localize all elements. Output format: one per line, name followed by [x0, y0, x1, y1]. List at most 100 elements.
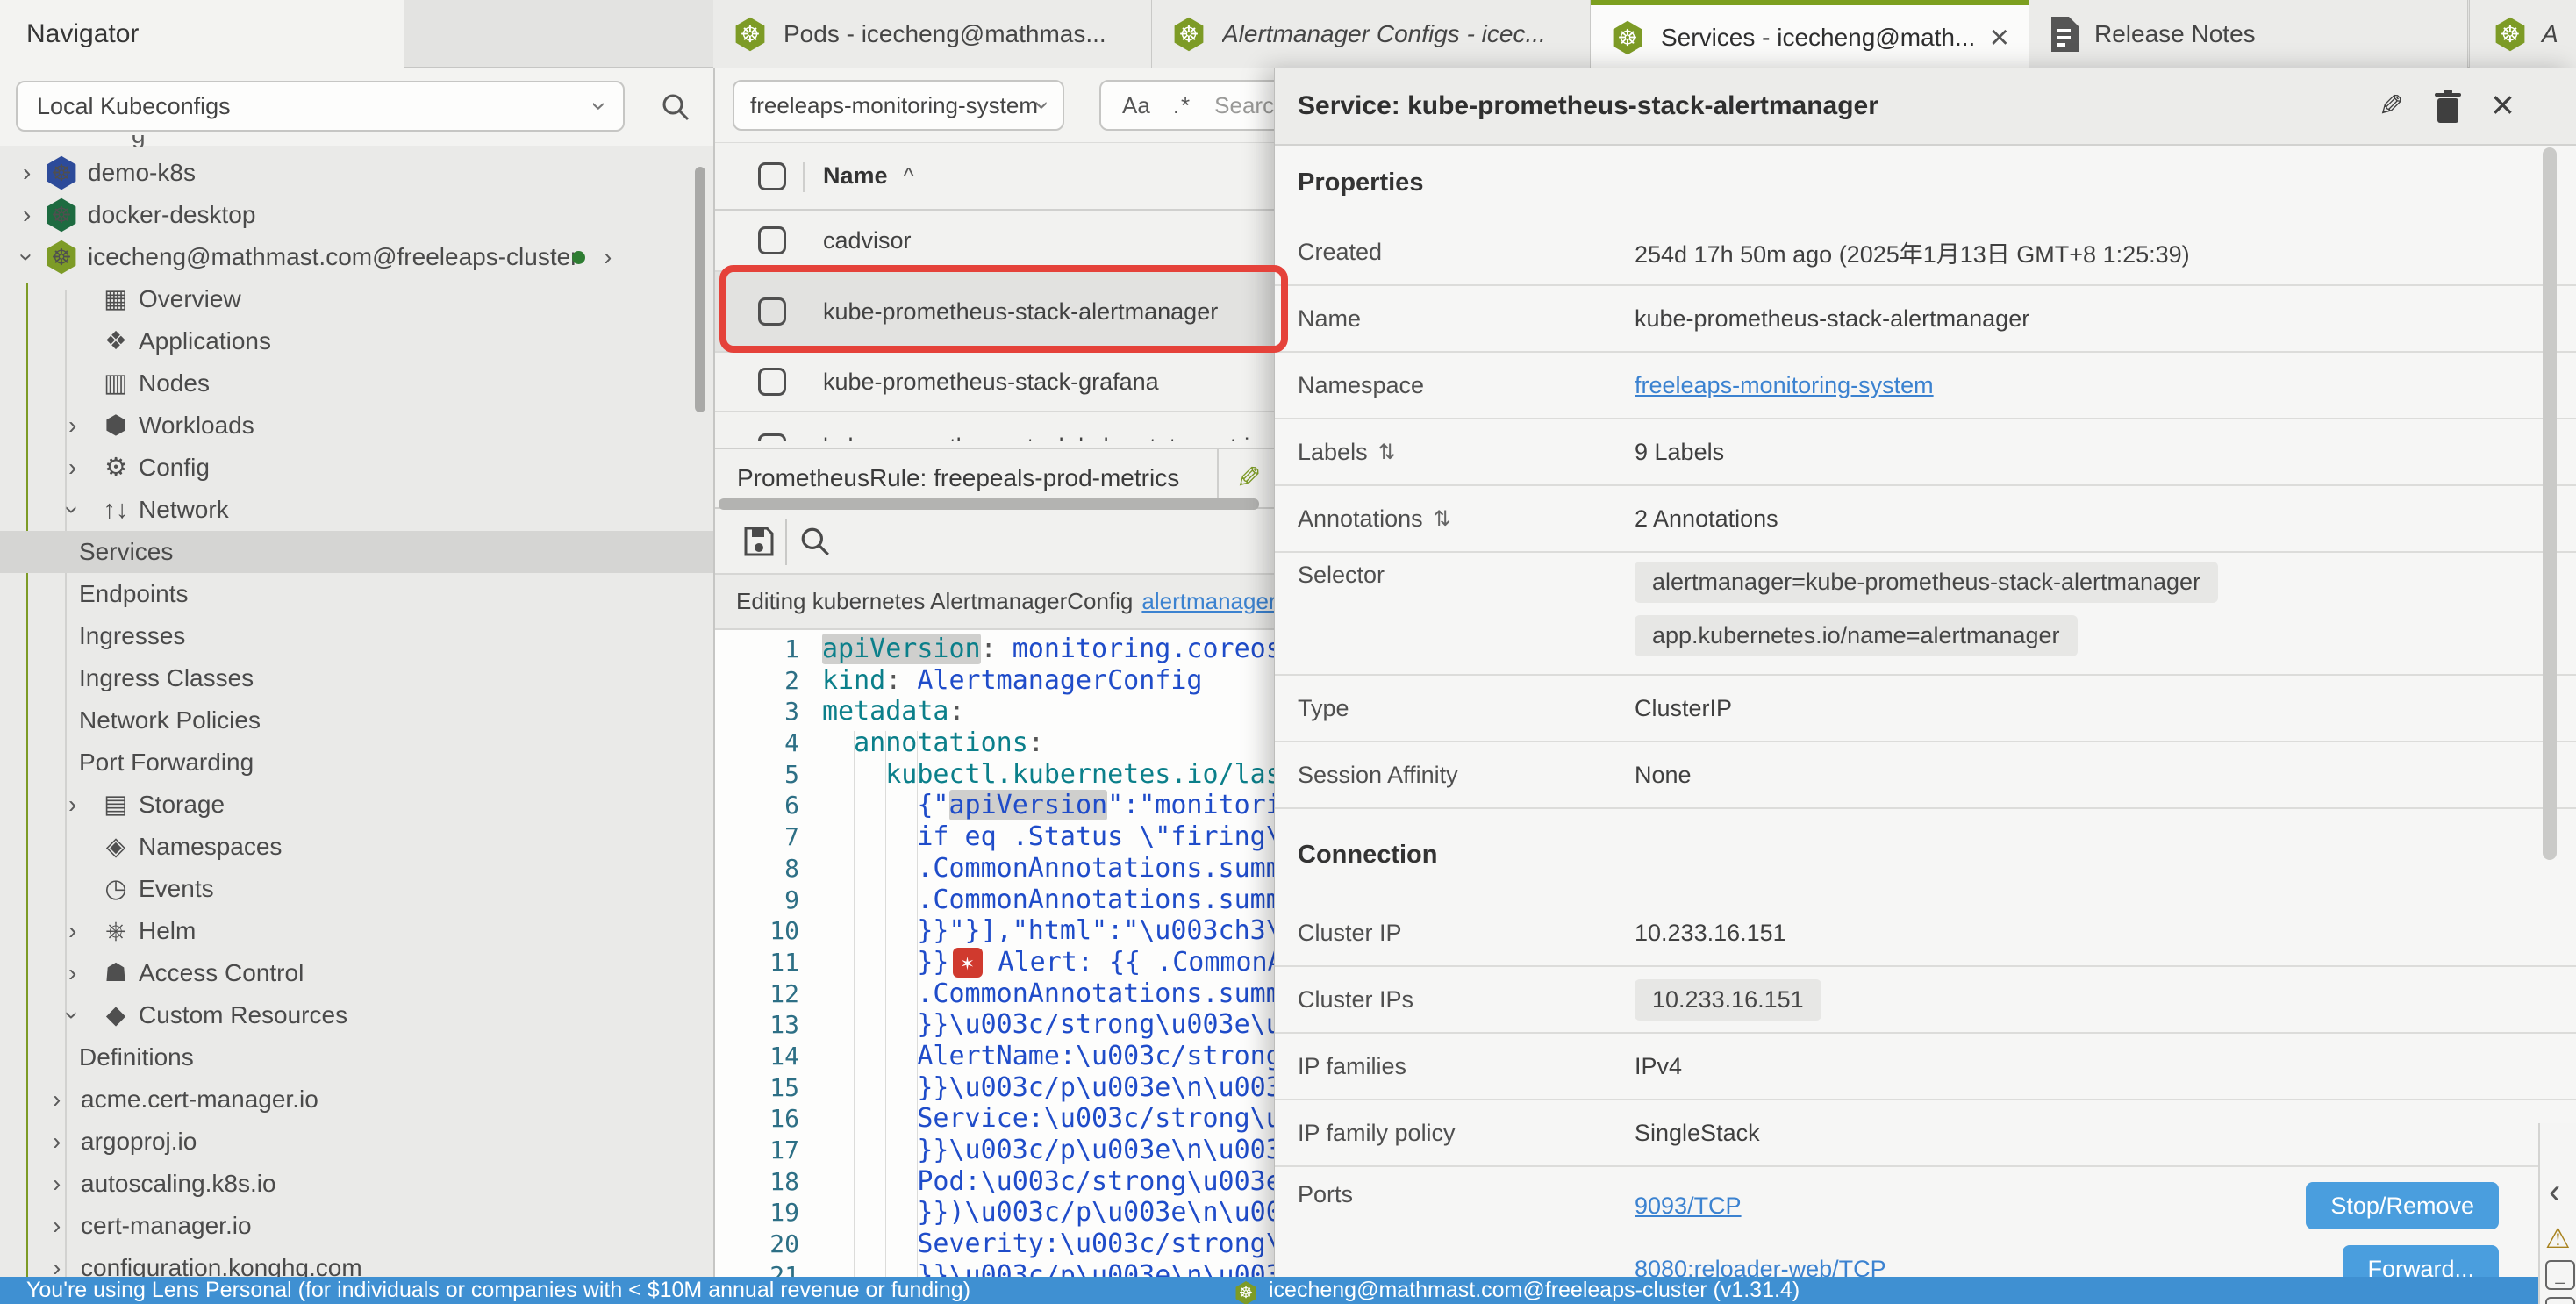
chevron-down-icon: ›	[61, 1011, 85, 1019]
sidebar-item-icecheng-mathmast-com-freeleaps-cluster[interactable]: ›☸icecheng@mathmast.com@freeleaps-cluste…	[0, 236, 713, 278]
regex-toggle[interactable]: .*	[1173, 92, 1191, 119]
sidebar-item-overview[interactable]: ▦Overview	[0, 278, 713, 320]
namespace-select[interactable]: freeleaps-monitoring-system ›	[733, 80, 1064, 131]
table-row[interactable]: kube-prometheus-stack-kube-state-metrics	[715, 412, 1274, 441]
sidebar-item-helm[interactable]: ›⎈Helm	[0, 910, 713, 952]
sidebar-item-ingress-classes[interactable]: Ingress Classes	[0, 657, 713, 699]
sidebar-item-events[interactable]: ◷Events	[0, 868, 713, 910]
line-text: .CommonAnnotations.summary }}	[822, 978, 1274, 1010]
sidebar-item-endpoints[interactable]: Endpoints	[0, 573, 713, 615]
line-number: 13	[715, 1009, 799, 1041]
sidebar-item-docker-desktop[interactable]: ›☸docker-desktop	[0, 194, 713, 236]
sidebar-item-access-control[interactable]: ›☗Access Control	[0, 952, 713, 994]
network-arrows-icon: ↑↓	[98, 498, 133, 523]
service-detail-panel: Service: kube-prometheus-stack-alertmana…	[1274, 68, 2576, 1304]
table-row[interactable]: kube-prometheus-stack-grafana	[715, 353, 1274, 412]
sidebar-search-button[interactable]	[656, 88, 695, 126]
yaml-text: }}	[917, 947, 948, 978]
warning-icon[interactable]: ⚠	[2545, 1222, 2571, 1255]
stop-remove-button[interactable]: Stop/Remove	[2306, 1182, 2499, 1229]
overview-grid-icon: ▦	[98, 287, 133, 312]
row-checkbox[interactable]	[758, 297, 786, 326]
row-checkbox[interactable]	[758, 226, 786, 254]
sidebar-item-custom-resources[interactable]: ›◆Custom Resources	[0, 994, 713, 1036]
line-number: 2	[715, 665, 799, 697]
yaml-text	[822, 1166, 917, 1197]
sidebar-item-cert-manager-io[interactable]: ›cert-manager.io	[0, 1205, 713, 1247]
alarm-emoji: ✶	[953, 948, 983, 978]
port-link[interactable]: 9093/TCP	[1635, 1193, 1742, 1220]
table-header[interactable]: Name ^	[715, 142, 1274, 211]
sidebar-item-applications[interactable]: ❖Applications	[0, 320, 713, 362]
code-line: 7 if eq .Status \"firing\" }}✶	[715, 821, 1274, 853]
line-number: 20	[715, 1229, 799, 1260]
sidebar-item-port-forwarding[interactable]: Port Forwarding	[0, 742, 713, 784]
collapse-chevron-icon[interactable]: ‹	[2549, 1172, 2560, 1212]
detail-row-value: 10.233.16.151	[1635, 920, 1786, 947]
delete-trash-icon[interactable]	[2433, 90, 2463, 125]
sidebar-item-storage[interactable]: ›▤Storage	[0, 784, 713, 826]
sidebar-item-label: argoproj.io	[81, 1128, 197, 1156]
sidebar-scrollbar[interactable]	[695, 167, 705, 412]
kubeconfig-select[interactable]: Local Kubeconfigs ›	[16, 81, 625, 132]
alertmanagerconfig-link[interactable]: alertmanager	[1141, 588, 1274, 615]
sidebar-item-namespaces[interactable]: ◈Namespaces	[0, 826, 713, 868]
sidebar-item-ingresses[interactable]: Ingresses	[0, 615, 713, 657]
detail-row-namespace: Namespacefreeleaps-monitoring-system	[1275, 353, 2576, 419]
save-button[interactable]	[741, 524, 776, 559]
select-all-checkbox[interactable]	[758, 162, 786, 190]
code-line: 17 }}\u003c/p\u003e\n\u003cp\u003	[715, 1135, 1274, 1166]
yaml-editor[interactable]: 1apiVersion: monitoring.coreos.com/v12ki…	[715, 630, 1274, 1279]
table-row[interactable]: kube-prometheus-stack-alertmanager	[715, 272, 1274, 353]
table-body: cadvisorkube-prometheus-stack-alertmanag…	[715, 211, 1274, 441]
sidebar-item-label: Namespaces	[139, 833, 282, 861]
sidebar-item-definitions[interactable]: Definitions	[0, 1036, 713, 1078]
edit-pencil-icon[interactable]: ✎	[1236, 461, 1262, 496]
sidebar-item-demo-k8s[interactable]: ›☸demo-k8s	[0, 152, 713, 194]
line-number: 3	[715, 696, 799, 727]
services-table: Name ^ cadvisorkube-prometheus-stack-ale…	[715, 142, 1274, 448]
tab-1[interactable]: ☸Pods - icecheng@mathmas...	[713, 0, 1152, 68]
detail-row-ip-family-policy: IP family policySingleStack	[1275, 1100, 2576, 1167]
tab-4[interactable]: Release Notes	[2029, 0, 2468, 68]
panel-scrollbar[interactable]	[2543, 147, 2557, 860]
dock-icon[interactable]: _	[2545, 1260, 2575, 1290]
chevron-right-icon: ›	[68, 413, 76, 438]
close-icon[interactable]: ×	[2491, 81, 2515, 128]
line-text: {"apiVersion":"monitoring.core	[822, 790, 1274, 821]
table-row[interactable]: cadvisor	[715, 211, 1274, 272]
close-icon[interactable]: ×	[1990, 21, 2009, 54]
namespace-link[interactable]: freeleaps-monitoring-system	[1635, 372, 1934, 398]
line-number: 9	[715, 885, 799, 916]
sort-updown-icon[interactable]: ⇅	[1434, 506, 1451, 532]
sidebar-item-network-policies[interactable]: Network Policies	[0, 699, 713, 742]
edit-pencil-icon[interactable]: ✎	[2379, 89, 2404, 124]
sidebar-item-config[interactable]: ›⚙Config	[0, 447, 713, 489]
yaml-text	[822, 947, 917, 978]
match-case-toggle[interactable]: Aa	[1122, 92, 1150, 119]
sidebar-item-network[interactable]: ›↑↓Network	[0, 489, 713, 531]
sort-updown-icon[interactable]: ⇅	[1378, 440, 1396, 465]
tab-2[interactable]: ☸Alertmanager Configs - icec...	[1152, 0, 1591, 68]
name-column-header[interactable]: Name	[823, 162, 888, 190]
sidebar-item-nodes[interactable]: ▥Nodes	[0, 362, 713, 405]
sidebar-item-workloads[interactable]: ›⬢Workloads	[0, 405, 713, 447]
sidebar-item-autoscaling-k8s-io[interactable]: ›autoscaling.k8s.io	[0, 1163, 713, 1205]
tab-3[interactable]: ☸Services - icecheng@math...×	[1591, 0, 2029, 70]
tab-overflow[interactable]: ☸ A	[2469, 0, 2576, 68]
chevron-right-icon[interactable]: ›	[604, 243, 612, 271]
row-checkbox[interactable]	[758, 368, 786, 396]
detail-panel-body: PropertiesCreated254d 17h 50m ago (2025年…	[1275, 146, 2576, 1304]
tab-label: Release Notes	[2094, 20, 2448, 48]
sidebar-item-configuration-konghq-com[interactable]: ›configuration.konghq.com	[0, 1247, 713, 1279]
search-input[interactable]: Aa .* Search	[1099, 80, 1274, 131]
row-checkbox[interactable]	[758, 433, 786, 441]
sidebar-item-acme-cert-manager-io[interactable]: ›acme.cert-manager.io	[0, 1078, 713, 1121]
horizontal-scrollbar[interactable]	[719, 498, 1259, 510]
dock-icon[interactable]	[2545, 1297, 2575, 1304]
editor-search-button[interactable]	[799, 526, 831, 557]
sidebar-item-services[interactable]: Services	[0, 531, 713, 573]
sidebar-item-argoproj-io[interactable]: ›argoproj.io	[0, 1121, 713, 1163]
code-line: 12 .CommonAnnotations.summary }}	[715, 978, 1274, 1010]
yaml-text: Service:\u003c/strong\u003e {	[917, 1103, 1274, 1134]
